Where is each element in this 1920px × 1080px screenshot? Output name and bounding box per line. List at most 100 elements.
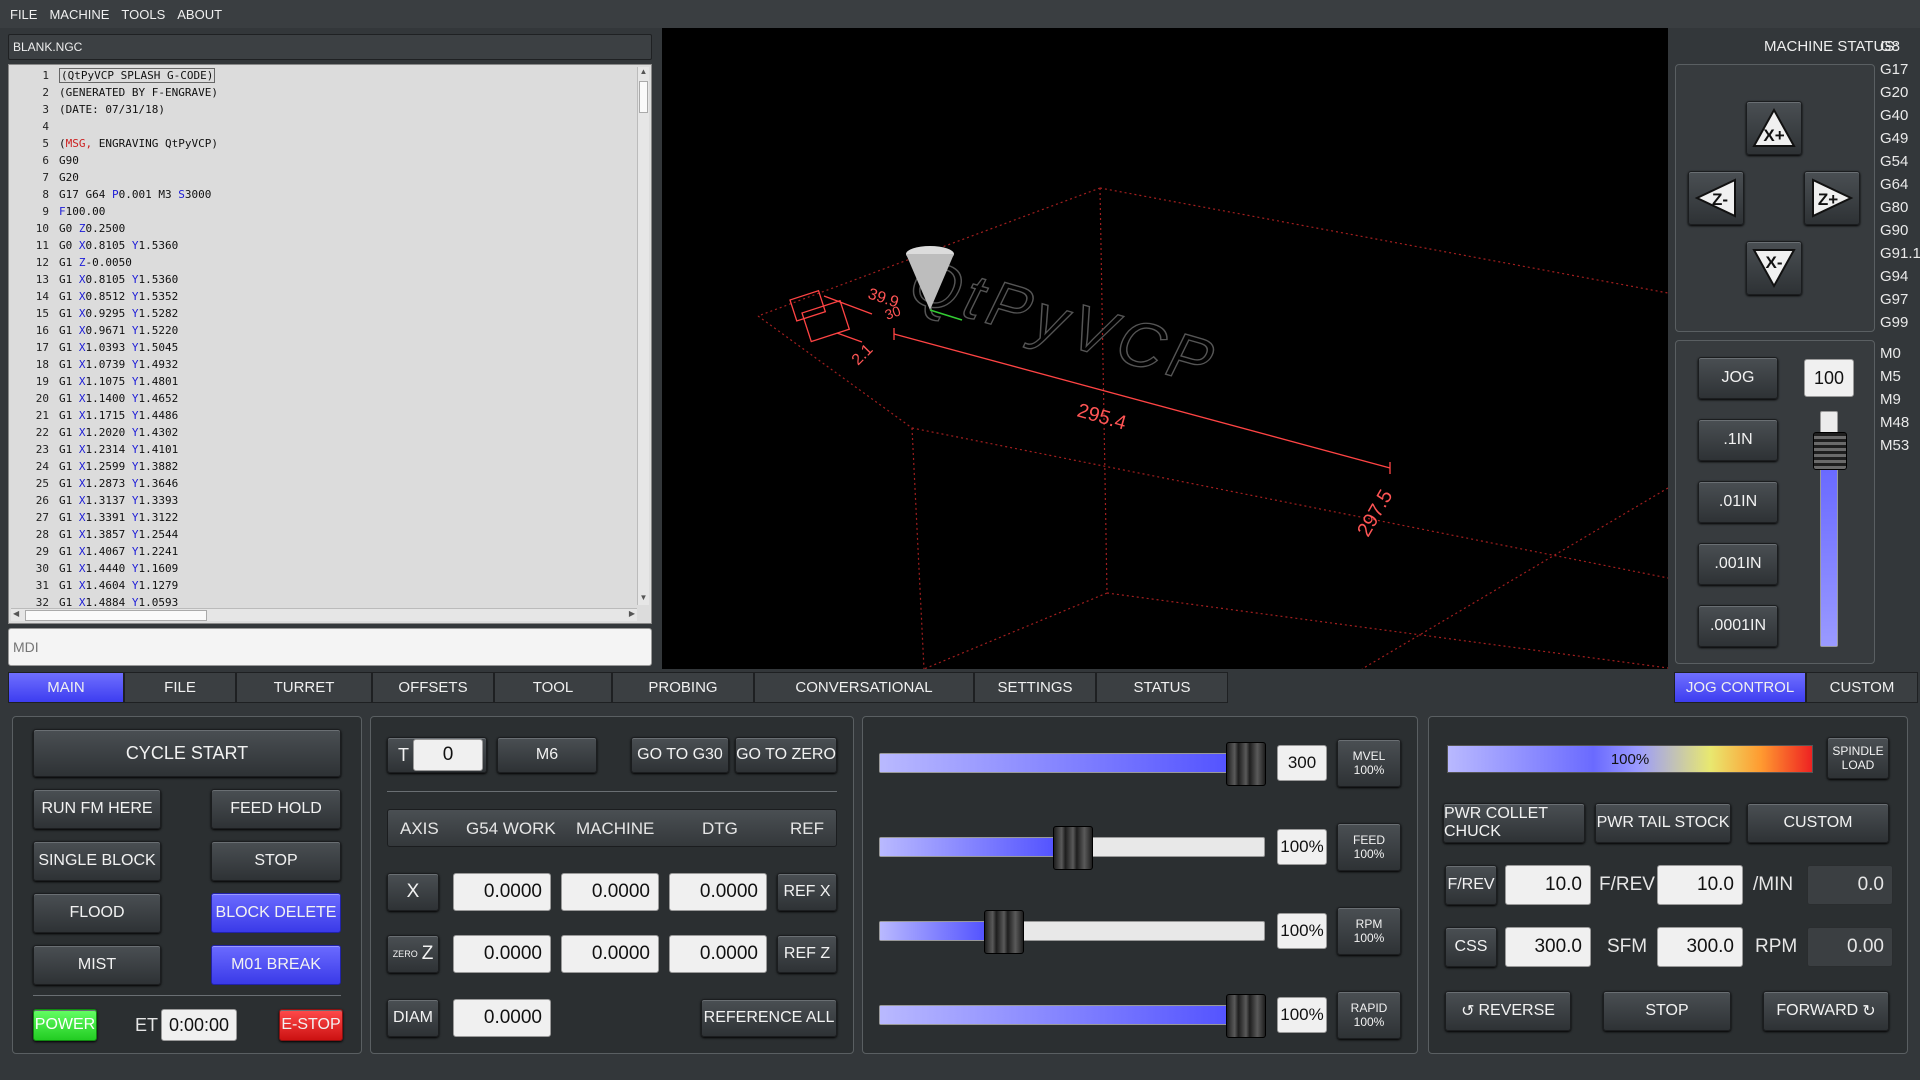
- rapid-override-reset-button[interactable]: RAPID 100%: [1337, 991, 1401, 1039]
- code-token: G1: [59, 443, 79, 456]
- tab-turret[interactable]: TURRET: [236, 672, 372, 703]
- scroll-up-arrow-icon[interactable]: ▲: [638, 67, 649, 79]
- spindle-forward-button[interactable]: FORWARD ↻: [1763, 991, 1889, 1031]
- pwr-tail-stock-button[interactable]: PWR TAIL STOCK: [1595, 803, 1731, 843]
- backplot-viewer[interactable]: 39.9 30 2.1 295.4 297.5 QtPyVCP: [662, 28, 1669, 670]
- tab-custom[interactable]: CUSTOM: [1806, 672, 1918, 703]
- css-input[interactable]: 300.0: [1505, 927, 1591, 967]
- feed-override-handle[interactable]: [1053, 826, 1093, 870]
- flood-button[interactable]: FLOOD: [33, 893, 161, 933]
- x-axis-button[interactable]: X: [387, 873, 439, 911]
- code-token: G1: [59, 460, 79, 473]
- frev-button[interactable]: F/REV: [1445, 865, 1497, 905]
- code-line: 29 G1 X1.4067 Y1.2241: [9, 545, 178, 562]
- cycle-start-button[interactable]: CYCLE START: [33, 729, 341, 777]
- zero-z-button[interactable]: ZERO Z: [387, 935, 439, 973]
- jog-x-plus-button[interactable]: X+: [1746, 101, 1802, 155]
- code-token: 1.3393: [138, 494, 179, 507]
- diam-button[interactable]: DIAM: [387, 999, 439, 1037]
- menu-bar: FILE MACHINE TOOLS ABOUT: [0, 0, 1920, 28]
- run-from-here-button[interactable]: RUN FM HERE: [33, 789, 161, 829]
- mist-button[interactable]: MIST: [33, 945, 161, 985]
- code-token: M3: [158, 188, 172, 201]
- code-token: G1: [59, 256, 79, 269]
- scroll-down-arrow-icon[interactable]: ▼: [638, 593, 649, 605]
- line-number: 5: [42, 137, 49, 150]
- max-velocity-override-slider[interactable]: [879, 742, 1266, 786]
- feed-hold-button[interactable]: FEED HOLD: [211, 789, 341, 829]
- max-velocity-override-reset-button[interactable]: MVEL 100%: [1337, 739, 1401, 787]
- tab-file[interactable]: FILE: [124, 672, 236, 703]
- menu-file[interactable]: FILE: [10, 7, 37, 22]
- jog-increment-1[interactable]: .1IN: [1698, 419, 1778, 461]
- editor-hscroll-thumb[interactable]: [25, 610, 207, 621]
- reference-all-button[interactable]: REFERENCE ALL: [701, 999, 837, 1037]
- mdi-input[interactable]: [9, 629, 645, 665]
- menu-machine[interactable]: MACHINE: [49, 7, 109, 22]
- go-to-zero-button[interactable]: GO TO ZERO: [735, 737, 837, 773]
- tool-number-input[interactable]: 0: [413, 739, 483, 771]
- single-block-button[interactable]: SINGLE BLOCK: [33, 841, 161, 881]
- elapsed-time-display: 0:00:00: [161, 1009, 237, 1041]
- x-machine-value: 0.0000: [561, 873, 659, 911]
- ref-z-button[interactable]: REF Z: [777, 935, 837, 973]
- editor-vscroll[interactable]: ▲ ▼: [637, 67, 649, 605]
- max-velocity-override-handle[interactable]: [1226, 742, 1266, 786]
- gcode-editor[interactable]: 1 (QtPyVCP SPLASH G-CODE) 2 (GENERATED BY F…: [8, 64, 652, 624]
- go-to-g30-button[interactable]: GO TO G30: [631, 737, 729, 773]
- tab-main[interactable]: MAIN: [8, 672, 124, 703]
- tab-status[interactable]: STATUS: [1096, 672, 1228, 703]
- line-number: 22: [35, 426, 49, 439]
- tab-tool[interactable]: TOOL: [494, 672, 612, 703]
- code-token: X: [78, 307, 86, 320]
- block-delete-button[interactable]: BLOCK DELETE: [211, 893, 341, 933]
- scroll-left-arrow-icon[interactable]: ◀: [13, 609, 19, 618]
- rapid-override-slider[interactable]: [879, 994, 1266, 1038]
- jog-z-plus-button[interactable]: Z+: [1804, 171, 1860, 225]
- menu-about[interactable]: ABOUT: [177, 7, 222, 22]
- line-number: 14: [35, 290, 49, 303]
- frev-input[interactable]: 10.0: [1505, 865, 1591, 905]
- pwr-collet-chuck-button[interactable]: PWR COLLET CHUCK: [1443, 803, 1585, 843]
- editor-vscroll-thumb[interactable]: [639, 81, 648, 113]
- rapid-override-handle[interactable]: [1226, 994, 1266, 1038]
- spindle-reverse-button[interactable]: ↺ REVERSE: [1445, 991, 1571, 1031]
- feed-override-reset-button[interactable]: FEED 100%: [1337, 823, 1401, 871]
- jog-rate-slider[interactable]: [1813, 411, 1847, 647]
- tab-conversational[interactable]: CONVERSATIONAL: [754, 672, 974, 703]
- custom-button[interactable]: CUSTOM: [1747, 803, 1889, 843]
- menu-tools[interactable]: TOOLS: [121, 7, 165, 22]
- jog-rate-handle[interactable]: [1813, 432, 1847, 470]
- g-code-item: G20: [1880, 84, 1909, 101]
- tab-jog-control[interactable]: JOG CONTROL: [1674, 672, 1806, 703]
- jog-increment-2[interactable]: .01IN: [1698, 481, 1778, 523]
- estop-button[interactable]: E-STOP: [279, 1009, 343, 1041]
- code-token: X: [78, 290, 86, 303]
- spindle-stop-button[interactable]: STOP: [1603, 991, 1731, 1031]
- m-code-item: M0: [1880, 345, 1901, 362]
- spindle-load-button[interactable]: SPINDLE LOAD: [1827, 737, 1889, 779]
- jog-mode-button[interactable]: JOG: [1698, 357, 1778, 399]
- code-line: 15 G1 X0.9295 Y1.5282: [9, 307, 178, 324]
- m01-break-button[interactable]: M01 BREAK: [211, 945, 341, 985]
- feed-override-slider[interactable]: [879, 826, 1265, 870]
- jog-z-minus-button[interactable]: Z-: [1688, 171, 1744, 225]
- ref-x-button[interactable]: REF X: [777, 873, 837, 911]
- tab-settings[interactable]: SETTINGS: [974, 672, 1096, 703]
- editor-hscroll[interactable]: ◀ ▶: [11, 608, 637, 621]
- rpm-override-handle[interactable]: [984, 910, 1024, 954]
- line-number: 3: [42, 103, 49, 116]
- m6-button[interactable]: M6: [497, 737, 597, 773]
- power-button[interactable]: POWER: [33, 1009, 97, 1041]
- code-token: 1.0393: [85, 341, 132, 354]
- stop-button[interactable]: STOP: [211, 841, 341, 881]
- css-button[interactable]: CSS: [1445, 927, 1497, 967]
- jog-increment-4[interactable]: .0001IN: [1698, 605, 1778, 647]
- scroll-right-arrow-icon[interactable]: ▶: [629, 609, 635, 618]
- jog-increment-3[interactable]: .001IN: [1698, 543, 1778, 585]
- tab-probing[interactable]: PROBING: [612, 672, 754, 703]
- tab-offsets[interactable]: OFFSETS: [372, 672, 494, 703]
- rpm-override-slider[interactable]: [879, 910, 1265, 954]
- jog-x-minus-button[interactable]: X-: [1746, 241, 1802, 295]
- rpm-override-reset-button[interactable]: RPM 100%: [1337, 907, 1401, 955]
